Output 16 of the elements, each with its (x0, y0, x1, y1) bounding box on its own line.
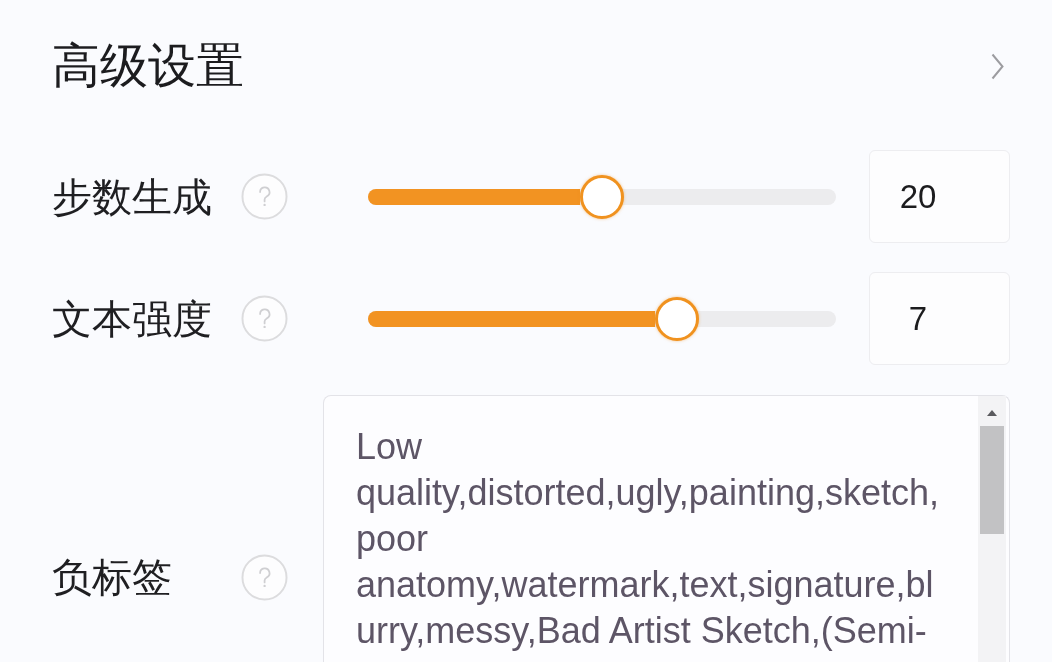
slider-thumb[interactable] (654, 296, 699, 341)
scroll-up-arrow-icon[interactable] (987, 410, 997, 416)
chevron-right-icon[interactable] (991, 52, 1004, 80)
negative-prompt-label: 负标签 (52, 554, 173, 601)
slider-thumb[interactable] (580, 174, 624, 219)
slider-label: 文本强度 (52, 295, 213, 343)
number-input[interactable]: 7 (869, 272, 1010, 365)
scrollbar[interactable] (978, 396, 1006, 662)
slider-label: 步数生成 (52, 173, 213, 221)
help-icon[interactable] (241, 295, 288, 342)
help-icon[interactable] (241, 173, 288, 220)
section-title: 高级设置 (52, 38, 244, 94)
scrollbar-thumb[interactable] (980, 426, 1004, 534)
number-input[interactable]: 20 (869, 150, 1010, 243)
negative-prompt-field[interactable]: Low quality,distorted,ugly,painting,sketch,poor anatomy,watermark,text,signature,blurry,messy,Bad Artist Sketch,(Semi- (323, 395, 1010, 662)
help-icon[interactable] (241, 553, 288, 601)
